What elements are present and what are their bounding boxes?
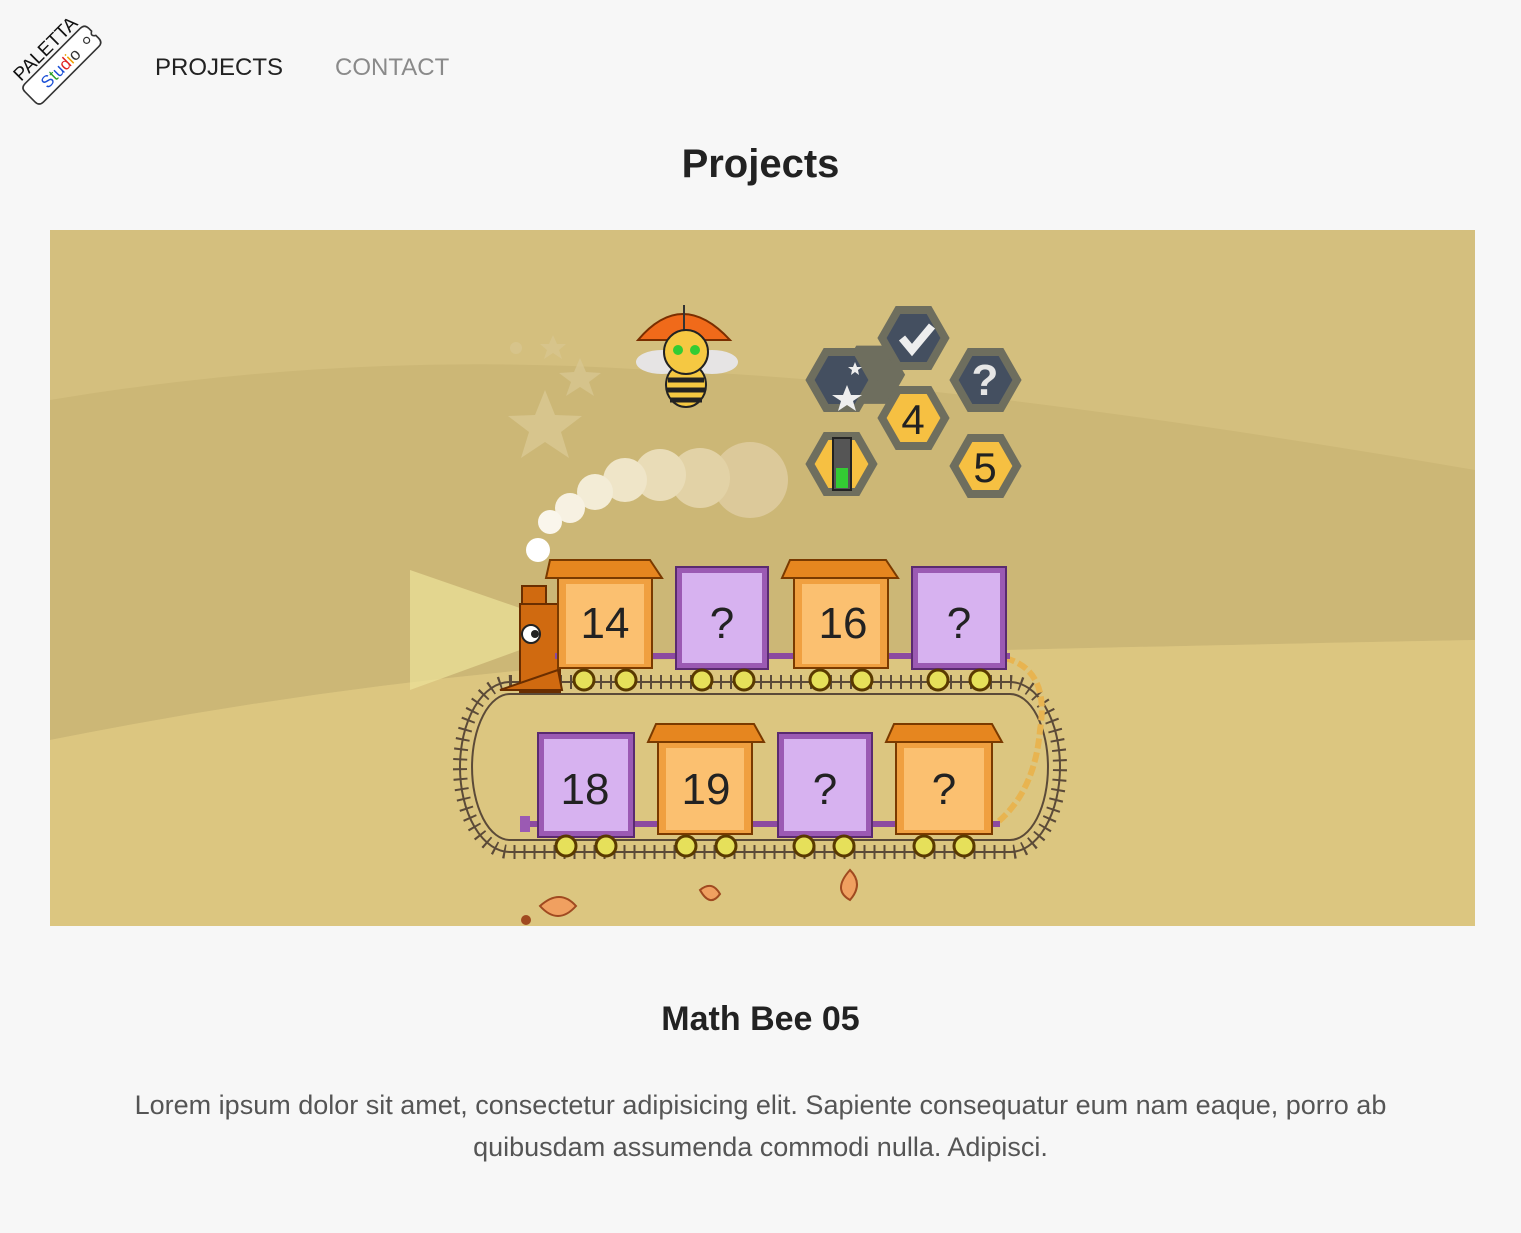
top-car-4-number: ? — [947, 599, 971, 648]
project-description: Lorem ipsum dolor sit amet, consectetur … — [134, 1090, 1387, 1162]
hex-number-5: 5 — [973, 444, 996, 491]
nav-contact[interactable]: CONTACT — [335, 54, 449, 82]
bottom-car-1-number: 18 — [561, 765, 610, 814]
hex-number-4: 4 — [901, 396, 924, 443]
battery-icon — [832, 437, 852, 491]
main-nav: PROJECTS CONTACT — [155, 54, 449, 82]
page-title: Projects — [681, 142, 840, 186]
project-image[interactable]: ? 4 5 14 ? 16 ? 18 19 ? ? — [50, 230, 1475, 926]
project-title: Math Bee 05 — [661, 1000, 860, 1038]
bottom-car-4-number: ? — [932, 765, 956, 814]
top-car-2-number: ? — [710, 599, 734, 648]
paletta-studio-logo[interactable]: PALETTA Studio — [8, 10, 120, 116]
top-car-3-number: 16 — [819, 599, 868, 648]
nav-projects[interactable]: PROJECTS — [155, 54, 283, 82]
bottom-car-2-number: 19 — [682, 765, 731, 814]
question-icon: ? — [972, 356, 999, 405]
top-car-1-number: 14 — [581, 599, 630, 648]
bottom-car-3-number: ? — [813, 765, 837, 814]
